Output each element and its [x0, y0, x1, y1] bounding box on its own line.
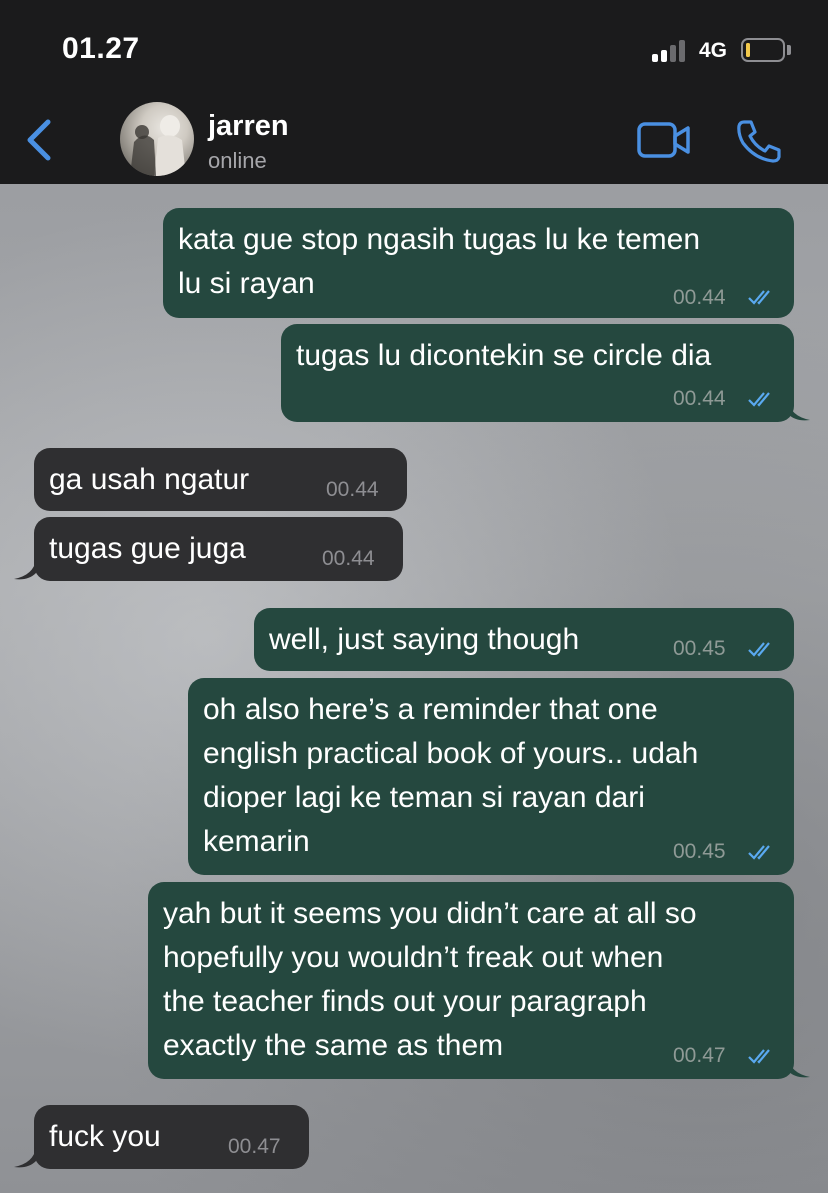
- bubble-tail: [14, 559, 36, 580]
- voice-call-button[interactable]: [735, 118, 783, 164]
- contact-avatar[interactable]: [120, 102, 194, 176]
- incoming-message[interactable]: fuck you 00.47: [34, 1105, 309, 1169]
- message-text-line: well, just saying though: [269, 623, 580, 656]
- message-text-line: oh also here’s a reminder that one: [203, 693, 658, 726]
- message-time: 00.47: [673, 1044, 726, 1067]
- message-text-line: english practical book of yours.. udah: [203, 737, 699, 770]
- status-time: 01.27: [62, 32, 140, 65]
- message-time: 00.47: [228, 1135, 281, 1158]
- message-text-line: ga usah ngatur: [49, 463, 250, 496]
- incoming-message[interactable]: tugas gue juga 00.44: [34, 517, 403, 581]
- message-text-line: kemarin: [203, 825, 310, 858]
- outgoing-message[interactable]: oh also here’s a reminder that one engli…: [188, 678, 794, 875]
- message-time: 00.44: [673, 286, 726, 309]
- message-time: 00.45: [673, 840, 726, 863]
- bubble-tail: [788, 1057, 810, 1078]
- chat-area[interactable]: kata gue stop ngasih tugas lu ke temen l…: [0, 184, 828, 1193]
- read-receipt-icon: [748, 290, 770, 305]
- phone-icon: [737, 120, 781, 163]
- message-time: 00.44: [322, 547, 375, 570]
- message-text-line: tugas gue juga: [49, 532, 246, 565]
- contact-status: online: [208, 148, 267, 173]
- signal-strength-icon: [652, 38, 692, 62]
- video-call-button[interactable]: [636, 120, 692, 160]
- outgoing-message[interactable]: tugas lu dicontekin se circle dia 00.44: [281, 324, 794, 422]
- message-text-line: tugas lu dicontekin se circle dia: [296, 339, 712, 372]
- message-text-line: the teacher finds out your paragraph: [163, 985, 647, 1018]
- message-text-line: hopefully you wouldn’t freak out when: [163, 941, 664, 974]
- read-receipt-icon: [748, 1049, 770, 1064]
- chevron-left-icon: [27, 119, 51, 161]
- bubble-tail: [14, 1147, 36, 1168]
- avatar-photo: [130, 115, 186, 176]
- network-type-label: 4G: [699, 39, 728, 62]
- contact-name[interactable]: jarren: [208, 110, 289, 143]
- chat-header: jarren online: [0, 96, 828, 184]
- outgoing-message[interactable]: yah but it seems you didn’t care at all …: [148, 882, 794, 1079]
- message-time: 00.44: [326, 478, 379, 501]
- incoming-message[interactable]: ga usah ngatur 00.44: [34, 448, 407, 511]
- read-receipt-icon: [748, 845, 770, 860]
- read-receipt-icon: [748, 642, 770, 657]
- status-bar: 01.27 4G: [0, 0, 828, 96]
- message-text-line: fuck you: [49, 1120, 161, 1153]
- bubble-tail: [788, 400, 810, 421]
- back-button[interactable]: [18, 116, 62, 164]
- video-camera-icon: [637, 122, 690, 158]
- message-text-line: exactly the same as them: [163, 1029, 504, 1062]
- outgoing-message[interactable]: well, just saying though 00.45: [254, 608, 794, 671]
- battery-level: [746, 43, 750, 57]
- read-receipt-icon: [748, 392, 770, 407]
- message-text-line: lu si rayan: [178, 267, 315, 300]
- message-text-line: dioper lagi ke teman si rayan dari: [203, 781, 645, 814]
- outgoing-message[interactable]: kata gue stop ngasih tugas lu ke temen l…: [163, 208, 794, 318]
- battery-icon: [741, 38, 785, 62]
- message-time: 00.45: [673, 637, 726, 660]
- message-text-line: kata gue stop ngasih tugas lu ke temen: [178, 223, 701, 256]
- battery-cap: [787, 45, 791, 55]
- message-text-line: yah but it seems you didn’t care at all …: [163, 897, 697, 930]
- message-time: 00.44: [673, 387, 726, 410]
